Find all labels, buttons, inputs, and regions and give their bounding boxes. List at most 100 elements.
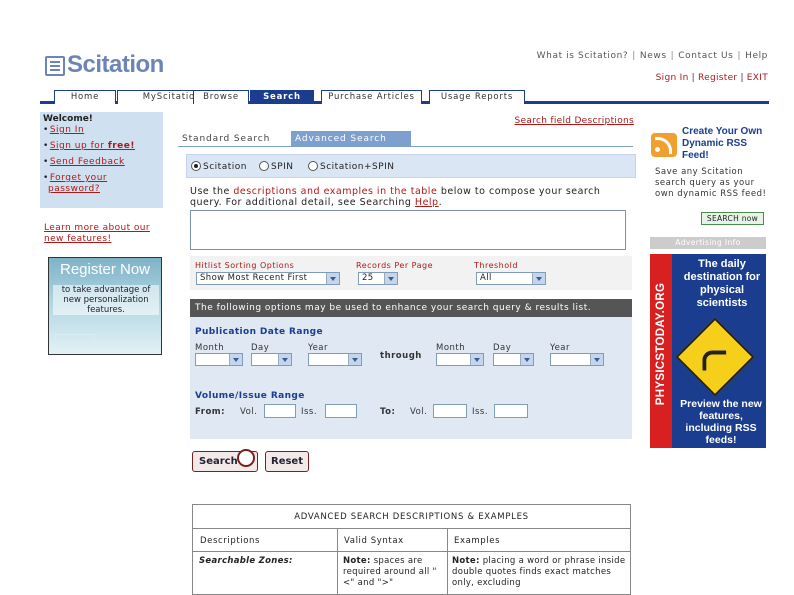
radio-unchecked-icon: [308, 161, 318, 171]
advertising-info-link[interactable]: Advertising Info: [650, 237, 766, 249]
tab-search[interactable]: Search: [250, 90, 314, 104]
radio-unchecked-icon: [259, 161, 269, 171]
from-day-label: Day: [251, 343, 270, 353]
to-year-label: Year: [550, 343, 570, 353]
learn-more-link[interactable]: Learn more about our new features!: [44, 223, 169, 245]
volume-issue-range-heading: Volume/Issue Range: [195, 391, 305, 401]
advanced-search-descriptions-table: ADVANCED SEARCH DESCRIPTIONS & EXAMPLES …: [192, 504, 631, 595]
tab-standard-search[interactable]: Standard Search: [178, 131, 291, 147]
chevron-down-icon: [326, 273, 339, 284]
sidebar-send-feedback-link[interactable]: Send Feedback: [50, 157, 125, 167]
to-year-select[interactable]: [550, 353, 604, 366]
sidebar-forgot-password-link[interactable]: •Forget your password?: [43, 173, 107, 195]
row-syntax: Note: spaces are required around all "<"…: [343, 556, 437, 588]
welcome-panel: Welcome! •Sign In •Sign up for free! •Se…: [40, 112, 163, 208]
from-vol-label: Vol.: [240, 407, 258, 417]
radio-spin[interactable]: SPIN: [259, 161, 294, 172]
publication-date-range-heading: Publication Date Range: [195, 327, 323, 337]
search-button[interactable]: Search: [192, 449, 258, 472]
searching-help-link[interactable]: Help: [415, 197, 439, 208]
register-now-banner[interactable]: Register Now to take advantage of new pe…: [48, 257, 162, 355]
through-label: through: [380, 351, 422, 361]
tab-usage-reports[interactable]: Usage Reports: [429, 90, 525, 104]
register-now-title: Register Now: [59, 261, 151, 278]
to-iss-label: Iss.: [472, 407, 489, 417]
col-descriptions: Descriptions: [200, 536, 261, 546]
news-link[interactable]: News: [640, 51, 667, 61]
chevron-down-icon: [384, 273, 397, 284]
chevron-down-icon: [348, 354, 361, 365]
road-sign-icon: [675, 317, 755, 397]
chevron-down-icon: [590, 354, 603, 365]
descriptions-examples-link[interactable]: descriptions and examples in the table: [233, 186, 437, 197]
top-links: What is Scitation? | News | Contact Us | Help: [536, 51, 768, 61]
rss-heading: Create Your Own Dynamic RSS Feed!: [682, 126, 763, 161]
chevron-down-icon: [229, 354, 242, 365]
tab-home[interactable]: Home: [54, 90, 116, 104]
from-month-label: Month: [195, 343, 225, 353]
from-iss-input[interactable]: [325, 404, 357, 418]
rss-text: Save any Scitation search query as your …: [655, 167, 767, 199]
chevron-down-icon: [470, 354, 483, 365]
keyboard-icon: [55, 334, 95, 344]
table-title: ADVANCED SEARCH DESCRIPTIONS & EXAMPLES: [193, 505, 630, 529]
physics-today-ad[interactable]: PHYSICSTODAY.ORG The daily destination f…: [650, 254, 766, 448]
search-field-descriptions-link[interactable]: Search field Descriptions: [514, 116, 634, 126]
tab-advanced-search[interactable]: Advanced Search: [291, 131, 411, 147]
query-textarea[interactable]: [190, 210, 626, 250]
from-year-select[interactable]: [308, 353, 362, 366]
search-now-button[interactable]: SEARCH now: [701, 212, 764, 225]
what-is-scitation-link[interactable]: What is Scitation?: [537, 51, 629, 61]
chevron-down-icon: [520, 354, 533, 365]
enhance-options-header: The following options may be used to enh…: [190, 299, 632, 317]
exit-link[interactable]: EXIT: [747, 73, 768, 83]
ad-heading: The daily destination for physical scien…: [683, 258, 761, 309]
radio-checked-icon: [191, 161, 201, 171]
magnifier-icon: [237, 449, 255, 467]
tab-browse[interactable]: Browse: [193, 90, 249, 104]
search-instructions: Use the descriptions and examples in the…: [190, 186, 601, 208]
search-type-tabs: Standard Search Advanced Search: [178, 131, 633, 147]
from-vol-input[interactable]: [264, 404, 296, 418]
ad-vertical-band: PHYSICSTODAY.ORG: [650, 254, 672, 448]
records-per-page-label: Records Per Page: [356, 261, 434, 270]
to-label: To:: [380, 407, 396, 417]
sidebar-sign-up-link[interactable]: Sign up for free!: [50, 141, 135, 151]
chevron-down-icon: [532, 273, 545, 284]
main-nav: Home MyScitation Browse Search Purchase …: [40, 90, 769, 104]
sign-in-link[interactable]: Sign In: [656, 73, 689, 83]
to-month-label: Month: [436, 343, 466, 353]
reset-button[interactable]: Reset: [265, 451, 309, 472]
hitlist-sorting-label: Hitlist Sorting Options: [195, 261, 295, 270]
tab-purchase-articles[interactable]: Purchase Articles: [321, 90, 422, 104]
help-link[interactable]: Help: [745, 51, 768, 61]
to-month-select[interactable]: [436, 353, 484, 366]
rss-icon: [651, 133, 677, 157]
welcome-heading: Welcome!: [43, 114, 93, 124]
records-per-page-select[interactable]: 25: [358, 272, 398, 285]
from-label: From:: [195, 407, 226, 417]
to-vol-input[interactable]: [433, 404, 467, 418]
contact-us-link[interactable]: Contact Us: [678, 51, 733, 61]
to-day-label: Day: [493, 343, 512, 353]
account-links: Sign In | Register | EXIT: [655, 73, 768, 83]
range-options-panel: Publication Date Range Month Day Year th…: [190, 317, 632, 439]
radio-scitation-spin[interactable]: Scitation+SPIN: [308, 161, 395, 172]
from-year-label: Year: [308, 343, 328, 353]
hitlist-sorting-select[interactable]: Show Most Recent First: [196, 272, 340, 285]
chevron-down-icon: [278, 354, 291, 365]
col-valid-syntax: Valid Syntax: [344, 536, 404, 546]
row-example: Note: placing a word or phrase inside do…: [452, 556, 626, 588]
table-header-row: Descriptions Valid Syntax Examples: [193, 529, 630, 552]
threshold-select[interactable]: All: [476, 272, 546, 285]
radio-scitation[interactable]: Scitation: [191, 161, 247, 172]
sidebar-sign-in-link[interactable]: Sign In: [50, 125, 84, 135]
from-iss-label: Iss.: [301, 407, 318, 417]
to-iss-input[interactable]: [494, 404, 528, 418]
register-link[interactable]: Register: [698, 73, 737, 83]
to-day-select[interactable]: [493, 353, 534, 366]
from-month-select[interactable]: [195, 353, 243, 366]
rss-promo: Create Your Own Dynamic RSS Feed! Save a…: [648, 120, 768, 232]
scitation-logo[interactable]: Scitation: [45, 51, 175, 79]
from-day-select[interactable]: [251, 353, 292, 366]
